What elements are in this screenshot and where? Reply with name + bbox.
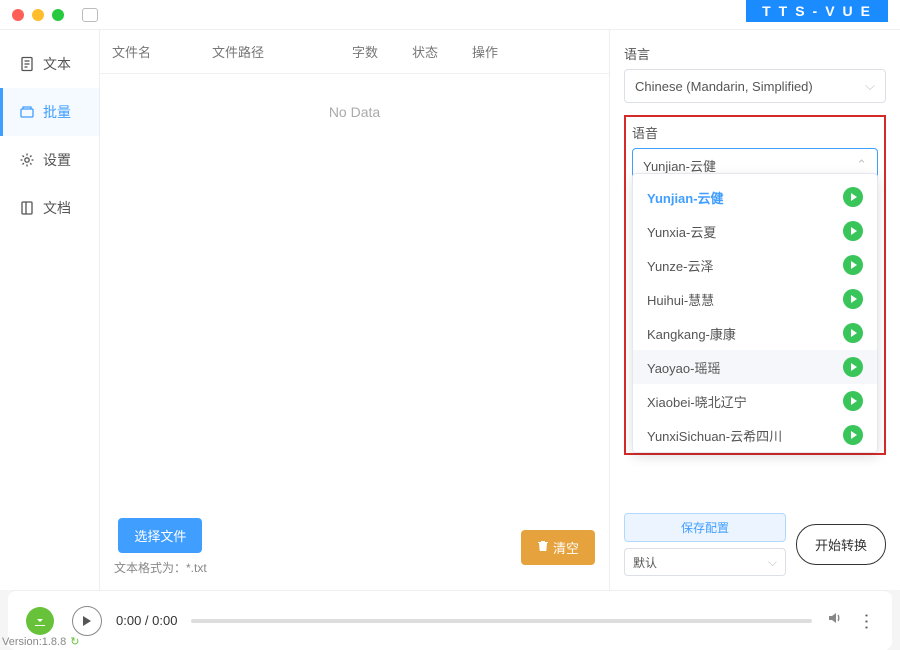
table-header-row: 文件名 文件路径 字数 状态 操作 xyxy=(100,30,609,74)
play-icon[interactable] xyxy=(843,425,863,445)
table-empty: No Data xyxy=(100,74,609,504)
audio-player: 0:00 / 0:00 ⋯ xyxy=(8,590,892,650)
save-config-button[interactable]: 保存配置 xyxy=(624,513,786,542)
voice-highlight-region: 语音 Yunjian-云健 ⌃ Yunjian-云健 Yunxia-云夏 Yun… xyxy=(624,115,886,455)
chevron-up-icon: ⌃ xyxy=(856,157,867,173)
language-select[interactable]: Chinese (Mandarin, Simplified) ⌵ xyxy=(624,69,886,103)
book-icon xyxy=(19,200,35,216)
minimize-window-icon[interactable] xyxy=(32,9,44,21)
play-icon[interactable] xyxy=(843,187,863,207)
play-icon[interactable] xyxy=(843,323,863,343)
voice-value: Yunjian-云健 xyxy=(643,156,716,175)
close-window-icon[interactable] xyxy=(12,9,24,21)
th-status: 状态 xyxy=(412,42,472,61)
voice-dropdown: Yunjian-云健 Yunxia-云夏 Yunze-云泽 Huihui-慧慧 … xyxy=(632,173,878,453)
language-value: Chinese (Mandarin, Simplified) xyxy=(635,79,813,94)
play-icon[interactable] xyxy=(843,289,863,309)
th-filename: 文件名 xyxy=(112,42,212,61)
preset-select[interactable]: 默认 ⌵ xyxy=(624,548,786,576)
progress-bar[interactable] xyxy=(191,619,812,623)
voice-option[interactable]: Xiaobei-晓北辽宁 xyxy=(633,384,877,418)
sidebar-item-label: 批量 xyxy=(43,102,71,122)
voice-option[interactable]: Yunze-云泽 xyxy=(633,248,877,282)
sidebar-item-text[interactable]: 文本 xyxy=(0,40,99,88)
sidebar-item-docs[interactable]: 文档 xyxy=(0,184,99,232)
select-file-button[interactable]: 选择文件 xyxy=(118,518,202,553)
chevron-down-icon: ⌵ xyxy=(865,78,875,94)
center-panel: 文件名 文件路径 字数 状态 操作 No Data 选择文件 文本格式为：*.t… xyxy=(100,30,610,590)
right-panel: 语言 Chinese (Mandarin, Simplified) ⌵ 语音 Y… xyxy=(610,30,900,590)
more-options-icon[interactable]: ⋯ xyxy=(856,613,877,629)
start-convert-button[interactable]: 开始转换 xyxy=(796,524,886,565)
voice-option[interactable]: Yaoyao-瑶瑶 xyxy=(633,350,877,384)
language-label: 语言 xyxy=(624,44,886,63)
trash-icon xyxy=(537,540,549,555)
voice-option[interactable]: Yunxia-云夏 xyxy=(633,214,877,248)
titlebar: TTS-VUE xyxy=(0,0,900,30)
chevron-down-icon: ⌵ xyxy=(768,555,777,570)
sidebar-item-label: 设置 xyxy=(43,150,71,170)
refresh-icon[interactable]: ↻ xyxy=(70,635,79,648)
voice-option[interactable]: Kangkang-康康 xyxy=(633,316,877,350)
app-brand: TTS-VUE xyxy=(746,0,888,22)
player-time: 0:00 / 0:00 xyxy=(116,613,177,628)
version-label: Version:1.8.8 ↻ xyxy=(2,635,79,648)
play-icon[interactable] xyxy=(843,255,863,275)
voice-option[interactable]: Huihui-慧慧 xyxy=(633,282,877,316)
volume-icon[interactable] xyxy=(826,609,844,632)
window-tab-icon[interactable] xyxy=(82,8,98,22)
voice-label: 语音 xyxy=(632,123,878,142)
voice-option[interactable]: YunxiSichuan-云希四川 xyxy=(633,418,877,452)
download-button[interactable] xyxy=(26,607,54,635)
center-footer: 选择文件 文本格式为：*.txt 清空 xyxy=(100,504,609,590)
play-icon[interactable] xyxy=(843,221,863,241)
play-icon[interactable] xyxy=(843,357,863,377)
play-icon[interactable] xyxy=(843,391,863,411)
voice-option[interactable]: Yunjian-云健 xyxy=(633,180,877,214)
maximize-window-icon[interactable] xyxy=(52,9,64,21)
sidebar: 文本 批量 设置 文档 xyxy=(0,30,100,590)
file-format-hint: 文本格式为：*.txt xyxy=(114,559,207,576)
clear-button[interactable]: 清空 xyxy=(521,530,595,565)
batch-icon xyxy=(19,104,35,120)
gear-icon xyxy=(19,152,35,168)
sidebar-item-batch[interactable]: 批量 xyxy=(0,88,99,136)
document-icon xyxy=(19,56,35,72)
play-pause-button[interactable] xyxy=(72,606,102,636)
sidebar-item-settings[interactable]: 设置 xyxy=(0,136,99,184)
sidebar-item-label: 文档 xyxy=(43,198,71,218)
sidebar-item-label: 文本 xyxy=(43,54,71,74)
th-action: 操作 xyxy=(472,42,532,61)
right-footer: 保存配置 默认 ⌵ 开始转换 xyxy=(624,513,886,576)
window-controls xyxy=(12,8,98,22)
th-words: 字数 xyxy=(352,42,412,61)
th-path: 文件路径 xyxy=(212,42,352,61)
